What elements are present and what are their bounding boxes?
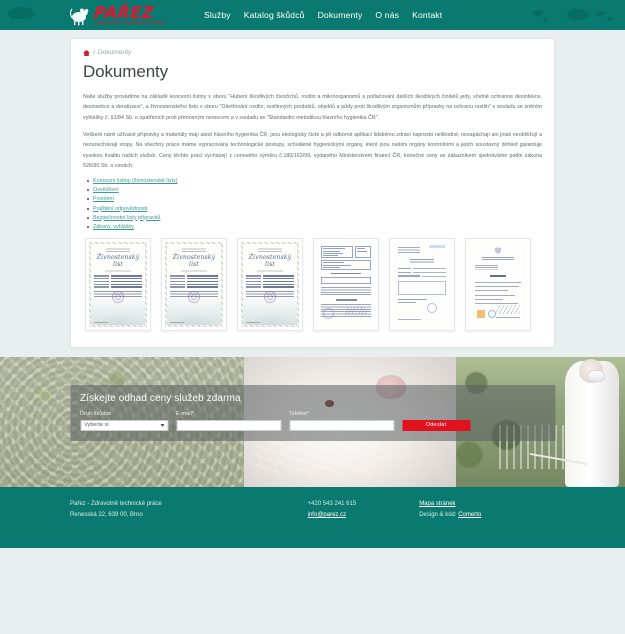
gallery-thumbnail-zivnostensky-list-3[interactable]: Živnostenský list	[237, 238, 303, 332]
footer-email-link[interactable]: info@parez.cz	[308, 512, 346, 518]
footer-design-author-link[interactable]: Comerto	[458, 512, 481, 518]
site-logo[interactable]: PAŘEZ ZDRAVOTNĚ TECHNICKÉ PRÁCE	[70, 2, 192, 26]
quote-form: Druh škůdce Vyberte si E-mail* Telefon* …	[80, 411, 545, 431]
list-item: Osvědčení	[87, 187, 542, 193]
quote-title: Získejte odhad ceny služeb zdarma	[80, 393, 241, 405]
footer-address: Renesská 22, 639 00, Brno	[70, 512, 143, 519]
gallery-thumbnail-osvedceni[interactable]	[389, 238, 455, 332]
nav-item-dokumenty[interactable]: Dokumenty	[318, 10, 363, 20]
footer-links-block: Mapa stránek Design & kód: Comerto	[419, 499, 555, 521]
email-input[interactable]	[176, 419, 281, 431]
site-header: PAŘEZ ZDRAVOTNĚ TECHNICKÉ PRÁCE Služby K…	[0, 0, 625, 30]
footer-design-label: Design & kód:	[419, 512, 457, 519]
letter-document-preview	[393, 242, 451, 328]
nav-item-katalog-skudcu[interactable]: Katalog škůdců	[244, 10, 305, 20]
email-field: E-mail*	[176, 411, 281, 431]
rat-silhouette-icon	[70, 4, 90, 26]
logo-word: PAŘEZ	[93, 2, 155, 22]
link-koncesni-listiny[interactable]: Koncesní listiny (živnostenské listy)	[93, 178, 177, 184]
content-card: / Dokumenty Dokumenty Naše služby provád…	[70, 38, 555, 349]
quote-request-panel: Získejte odhad ceny služeb zdarma Druh š…	[70, 385, 555, 441]
home-icon[interactable]	[83, 49, 90, 56]
link-povoleni[interactable]: Povolení	[93, 196, 114, 202]
certificate-preview: Živnostenský list	[89, 242, 147, 328]
intro-paragraph-1: Naše služby provádíme na základě koncesn…	[83, 94, 542, 121]
certificate-preview: Živnostenský list	[241, 242, 299, 328]
certificate-title: Živnostenský list	[172, 254, 216, 269]
gallery-thumbnail-zivnostensky-list-2[interactable]: Živnostenský list	[161, 238, 227, 332]
certificate-title: Živnostenský list	[248, 254, 292, 269]
certificate-title: Živnostenský list	[96, 254, 140, 269]
phone-field: Telefon*	[289, 411, 394, 431]
nav-item-kontakt[interactable]: Kontakt	[412, 10, 442, 20]
gallery-thumbnail-zivnostensky-list-1[interactable]: Živnostenský list	[85, 238, 151, 332]
list-item: Zákony, vyhlášky	[87, 224, 542, 230]
pest-type-select[interactable]: Vyberte si	[80, 419, 168, 431]
phone-label: Telefon*	[289, 411, 310, 418]
footer-contact-block: +420 543 241 615 info@parez.cz	[308, 499, 420, 521]
gallery-thumbnail-povoleni[interactable]	[465, 238, 531, 332]
list-item: Koncesní listiny (živnostenské listy)	[87, 178, 542, 184]
document-gallery: Živnostenský list Živnostenský list Živn…	[83, 238, 542, 332]
list-item: Pojištění odpovědnosti	[87, 206, 542, 212]
page-wrapper: / Dokumenty Dokumenty Naše služby provád…	[70, 30, 555, 349]
submit-button[interactable]: Odeslat	[402, 419, 470, 431]
certificate-preview: Živnostenský list	[165, 242, 223, 328]
intro-paragraph-2: Veškeré námi užívané přípravky a materiá…	[83, 131, 542, 169]
logo-wordmark: PAŘEZ ZDRAVOTNĚ TECHNICKÉ PRÁCE	[93, 2, 166, 26]
list-item: Bezpečnostní listy přípravků	[87, 215, 542, 221]
breadcrumb: / Dokumenty	[83, 49, 542, 56]
list-item: Povolení	[87, 196, 542, 202]
hero-banner: Získejte odhad ceny služeb zdarma Druh š…	[0, 357, 625, 488]
email-label: E-mail*	[176, 411, 195, 418]
main-navigation: Služby Katalog škůdců Dokumenty O nás Ko…	[204, 10, 442, 20]
link-bezpecnostni-listy[interactable]: Bezpečnostní listy přípravků	[93, 215, 160, 221]
nav-item-o-nas[interactable]: O nás	[375, 10, 399, 20]
gallery-thumbnail-koncesni-listina[interactable]	[313, 238, 379, 332]
page-title: Dokumenty	[83, 62, 169, 81]
footer-company-name: Pařez - Zdravotně technické práce	[70, 501, 162, 508]
link-zakony-vyhlasky[interactable]: Zákony, vyhlášky	[93, 224, 134, 230]
breadcrumb-separator: /	[93, 49, 95, 56]
footer-phone: +420 543 241 615	[307, 501, 357, 508]
phone-input[interactable]	[289, 419, 394, 431]
footer-sitemap-link[interactable]: Mapa stránek	[419, 501, 455, 507]
link-pojisteni-odpovednosti[interactable]: Pojištění odpovědnosti	[93, 206, 147, 212]
document-links-list: Koncesní listiny (živnostenské listy) Os…	[87, 178, 542, 230]
pest-type-label: Druh škůdce	[80, 411, 112, 418]
footer-company-block: Pařez - Zdravotně technické práce Reness…	[70, 499, 308, 521]
pest-type-field: Druh škůdce Vyberte si	[80, 411, 168, 431]
site-footer: Pařez - Zdravotně technické práce Reness…	[0, 487, 625, 549]
logo-subtitle: ZDRAVOTNĚ TECHNICKÉ PRÁCE	[94, 20, 166, 25]
link-osvedceni[interactable]: Osvědčení	[93, 187, 119, 193]
official-document-preview	[469, 242, 527, 328]
breadcrumb-current: Dokumenty	[97, 49, 132, 56]
nav-item-sluzby[interactable]: Služby	[204, 10, 231, 20]
form-document-preview	[317, 242, 375, 328]
